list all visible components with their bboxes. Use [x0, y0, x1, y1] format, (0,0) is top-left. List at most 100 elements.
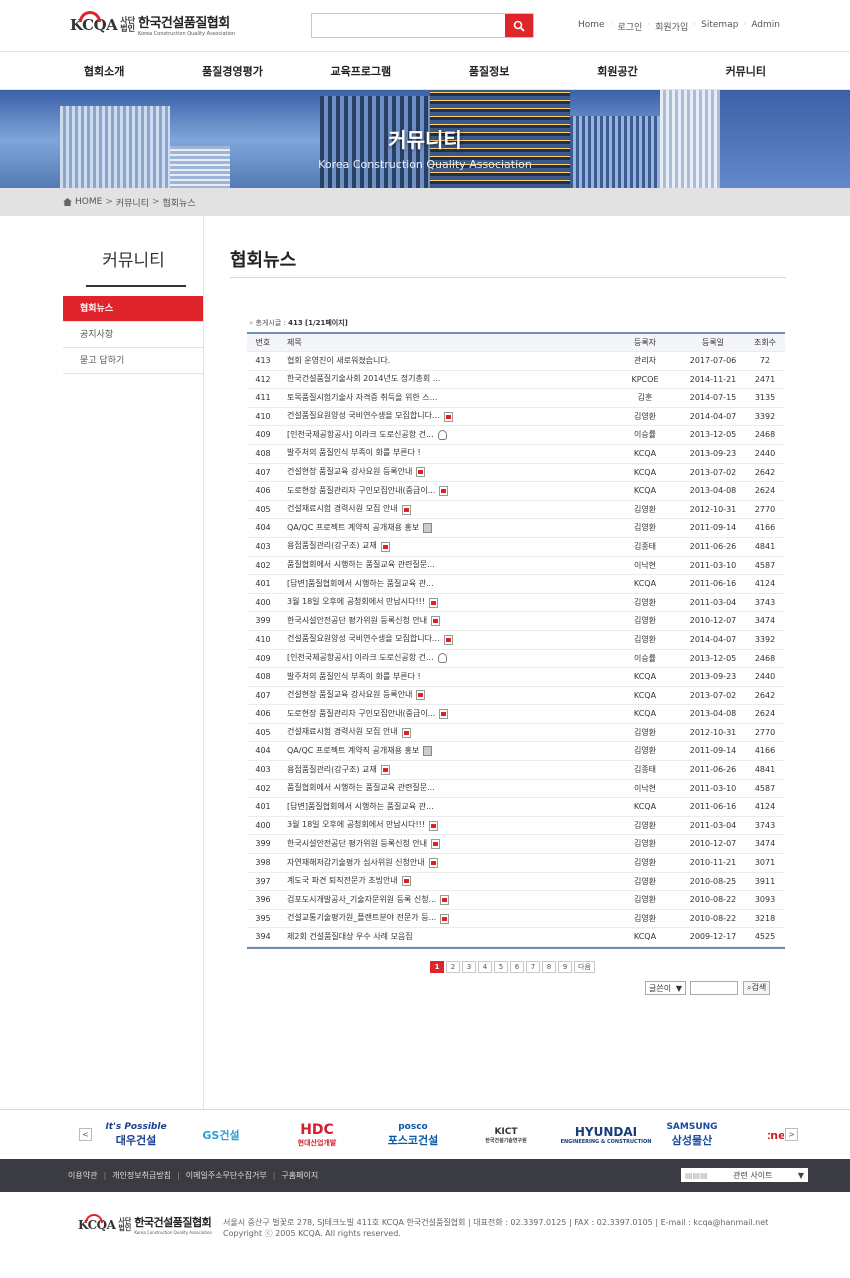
table-row[interactable]: 398 자연재해저감기술평가 심사위원 신청안내 김영환 2010-11-21 3071	[247, 854, 785, 873]
table-row[interactable]: 403 용접품질관리(강구조) 교재 김종태 2011-06-26 4841	[247, 538, 785, 557]
post-title[interactable]: 3월 18일 오후에 공청회에서 만납시다!!!	[279, 594, 609, 612]
nav-item-members[interactable]: 회원공간	[553, 63, 681, 79]
board-search-input[interactable]	[690, 981, 738, 995]
search-button[interactable]	[505, 14, 533, 37]
table-row[interactable]: 406 도로현장 품질관리자 구인모집안내(중급이... KCQA 2013-04-0…	[247, 705, 785, 724]
post-title[interactable]: 품질협회에서 시행하는 품질교육 관련질문...	[279, 780, 609, 798]
page-1-button[interactable]: 1	[430, 961, 444, 973]
table-row[interactable]: 405 건설재료시험 경력사원 모집 안내 김영환 2012-10-31 2770	[247, 724, 785, 743]
table-row[interactable]: 409 [인천국제공항공사] 이라크 도로신공항 건... 이승률 2013-12-0…	[247, 650, 785, 669]
page-6-button[interactable]: 6	[510, 961, 524, 973]
post-title[interactable]: QA/QC 프로젝트 계약직 공개채용 홍보	[279, 742, 609, 760]
table-row[interactable]: 395 건설교통기술평가원_플랜트분야 전문가 등... 김영환 2010-08-22…	[247, 910, 785, 929]
post-title[interactable]: 용접품질관리(강구조) 교재	[279, 538, 609, 556]
table-row[interactable]: 401 [답변]품질협회에서 시행하는 품질교육 관... KCQA 2011-06-…	[247, 798, 785, 817]
post-title[interactable]: QA/QC 프로젝트 계약직 공개채용 홍보	[279, 519, 609, 537]
footer-link-terms[interactable]: 이용약관	[68, 1170, 97, 1181]
post-title[interactable]: 용접품질관리(강구조) 교재	[279, 761, 609, 779]
util-home-link[interactable]: Home	[578, 20, 605, 33]
post-title[interactable]: 건설현장 품질교육 강사요원 등록안내	[279, 687, 609, 705]
table-row[interactable]: 412 한국건설품질기술사회 2014년도 정기총회 ... KPCOE 2014-1…	[247, 371, 785, 390]
partner-next-button[interactable]: >	[785, 1128, 798, 1141]
partner-logo[interactable]: SAMSUNG 삼성물산	[656, 1122, 728, 1148]
post-title[interactable]: 도로현장 품질관리자 구인모집안내(중급이...	[279, 482, 609, 500]
footer-link-email-policy[interactable]: 이메일주소무단수집거부	[186, 1170, 267, 1181]
post-title[interactable]: 건설재료시험 경력사원 모집 안내	[279, 724, 609, 742]
search-field-select[interactable]: 글쓴이 ▼	[645, 981, 686, 995]
post-title[interactable]: 3월 18일 오후에 공청회에서 만납시다!!!	[279, 817, 609, 835]
table-row[interactable]: 394 제2회 건설품질대상 우수 사례 모음집 KCQA 2009-12-17 452…	[247, 928, 785, 947]
post-title[interactable]: 협회 운영진이 새로워졌습니다.	[279, 352, 609, 370]
nav-item-quality-info[interactable]: 품질정보	[425, 63, 553, 79]
table-row[interactable]: 399 한국시설안전공단 평가위원 등록신청 안내 김영환 2010-12-07 347…	[247, 612, 785, 631]
partner-logo[interactable]: GS건설	[182, 1122, 260, 1148]
post-title[interactable]: [답변]품질협회에서 시행하는 품질교육 관...	[279, 575, 609, 593]
page-2-button[interactable]: 2	[446, 961, 460, 973]
sidebar-item-news[interactable]: 협회뉴스	[63, 296, 203, 322]
table-row[interactable]: 396 검포도시개발공사_기술자문위원 등록 신청... 김영환 2010-08-22…	[247, 891, 785, 910]
table-row[interactable]: 400 3월 18일 오후에 공청회에서 만납시다!!! 김영환 2011-03-04…	[247, 594, 785, 613]
page-3-button[interactable]: 3	[462, 961, 476, 973]
table-row[interactable]: 407 건설현장 품질교육 강사요원 등록안내 KCQA 2013-07-02 2642	[247, 687, 785, 706]
table-row[interactable]: 403 용접품질관리(강구조) 교재 김종태 2011-06-26 4841	[247, 761, 785, 780]
partner-logo[interactable]: KICT 한국건설기술연구원	[461, 1122, 551, 1148]
util-sitemap-link[interactable]: Sitemap	[701, 20, 738, 33]
util-admin-link[interactable]: Admin	[751, 20, 780, 33]
table-row[interactable]: 404 QA/QC 프로젝트 계약직 공개채용 홍보 김영환 2011-09-14 41…	[247, 519, 785, 538]
nav-item-about[interactable]: 협회소개	[40, 63, 168, 79]
table-row[interactable]: 408 발주처의 품질인식 부족이 화를 부른다 ! KCQA 2013-09-23 2…	[247, 668, 785, 687]
table-row[interactable]: 405 건설재료시험 경력사원 모집 안내 김영환 2012-10-31 2770	[247, 501, 785, 520]
page-7-button[interactable]: 7	[526, 961, 540, 973]
post-title[interactable]: 검포도시개발공사_기술자문위원 등록 신청...	[279, 891, 609, 909]
table-row[interactable]: 406 도로현장 품질관리자 구인모집안내(중급이... KCQA 2013-04-0…	[247, 482, 785, 501]
page-9-button[interactable]: 9	[558, 961, 572, 973]
table-row[interactable]: 402 품질협회에서 시행하는 품질교육 관련질문... 이낙현 2011-03-10…	[247, 557, 785, 576]
post-title[interactable]: 발주처의 품질인식 부족이 화를 부른다 !	[279, 668, 609, 686]
sidebar-item-qna[interactable]: 묻고 답하기	[63, 348, 203, 374]
util-login-link[interactable]: 로그인	[617, 20, 642, 33]
page-8-button[interactable]: 8	[542, 961, 556, 973]
table-row[interactable]: 410 건설품질요원양성 국비연수생을 모집합니다... 김영환 2014-04-07…	[247, 631, 785, 650]
table-row[interactable]: 413 협회 운영진이 새로워졌습니다. 관리자 2017-07-06 72	[247, 352, 785, 371]
table-row[interactable]: 397 계도국 파견 퇴직전문가 초빙안내 김영환 2010-08-25 3911	[247, 873, 785, 892]
partner-logo[interactable]: HYUNDAI ENGINEERING & CONSTRUCTION	[558, 1122, 654, 1148]
post-title[interactable]: 토목품질시험기술사 자격증 취득을 위한 스...	[279, 389, 609, 407]
partner-logo[interactable]: posco 포스코건설	[378, 1122, 448, 1148]
table-row[interactable]: 402 품질협회에서 시행하는 품질교육 관련질문... 이낙현 2011-03-10…	[247, 780, 785, 799]
post-title[interactable]: 도로현장 품질관리자 구인모집안내(중급이...	[279, 705, 609, 723]
site-logo[interactable]: KCQA 사단 법인 한국건설품질협회 Korea Construction Qu…	[70, 10, 235, 37]
post-title[interactable]: 건설품질요원양성 국비연수생을 모집합니다...	[279, 631, 609, 649]
post-title[interactable]: 계도국 파견 퇴직전문가 초빙안내	[279, 873, 609, 891]
nav-item-quality-eval[interactable]: 품질경영평가	[168, 63, 296, 79]
next-page-button[interactable]: 다음	[574, 961, 595, 973]
table-row[interactable]: 411 토목품질시험기술사 자격증 취득을 위한 스... 김훈 2014-07-15…	[247, 389, 785, 408]
partner-logo[interactable]: HDC 현대산업개발	[285, 1122, 349, 1148]
partner-logo[interactable]: Partner to	[768, 1122, 784, 1148]
footer-link-old-home[interactable]: 구홈페이지	[281, 1170, 318, 1181]
post-title[interactable]: 제2회 건설품질대상 우수 사례 모음집	[279, 928, 609, 946]
footer-link-privacy[interactable]: 개인정보취급방침	[112, 1170, 171, 1181]
util-join-link[interactable]: 회원가입	[655, 20, 688, 33]
post-title[interactable]: 건설품질요원양성 국비연수생을 모집합니다...	[279, 408, 609, 426]
breadcrumb-community[interactable]: 커뮤니티	[116, 196, 149, 209]
table-row[interactable]: 408 발주처의 품질인식 부족이 화를 부른다 ! KCQA 2013-09-23 2…	[247, 445, 785, 464]
board-search-button[interactable]: ⌕검색	[743, 981, 771, 995]
post-title[interactable]: [답변]품질협회에서 시행하는 품질교육 관...	[279, 798, 609, 816]
post-title[interactable]: 한국건설품질기술사회 2014년도 정기총회 ...	[279, 371, 609, 389]
table-row[interactable]: 400 3월 18일 오후에 공청회에서 만납시다!!! 김영환 2011-03-04…	[247, 817, 785, 836]
post-title[interactable]: 건설재료시험 경력사원 모집 안내	[279, 501, 609, 519]
post-title[interactable]: 건설현장 품질교육 강사요원 등록안내	[279, 464, 609, 482]
table-row[interactable]: 401 [답변]품질협회에서 시행하는 품질교육 관... KCQA 2011-06-…	[247, 575, 785, 594]
related-sites-select[interactable]: ▤▤▤ 관련 사이트 ▼	[681, 1168, 808, 1182]
page-5-button[interactable]: 5	[494, 961, 508, 973]
post-title[interactable]: 자연재해저감기술평가 심사위원 신청안내	[279, 854, 609, 872]
post-title[interactable]: 발주처의 품질인식 부족이 화를 부른다 !	[279, 445, 609, 463]
table-row[interactable]: 399 한국시설안전공단 평가위원 등록신청 안내 김영환 2010-12-07 347…	[247, 835, 785, 855]
table-row[interactable]: 404 QA/QC 프로젝트 계약직 공개채용 홍보 김영환 2011-09-14 41…	[247, 742, 785, 762]
partner-prev-button[interactable]: <	[79, 1128, 92, 1141]
partner-logo[interactable]: It's Possible 대우건설	[103, 1122, 169, 1148]
table-row[interactable]: 409 [인천국제공항공사] 이라크 도로신공항 건... 이승률 2013-12-0…	[247, 426, 785, 445]
post-title[interactable]: 한국시설안전공단 평가위원 등록신청 안내	[279, 835, 609, 853]
table-row[interactable]: 407 건설현장 품질교육 강사요원 등록안내 KCQA 2013-07-02 2642	[247, 464, 785, 483]
post-title[interactable]: [인천국제공항공사] 이라크 도로신공항 건...	[279, 426, 609, 444]
